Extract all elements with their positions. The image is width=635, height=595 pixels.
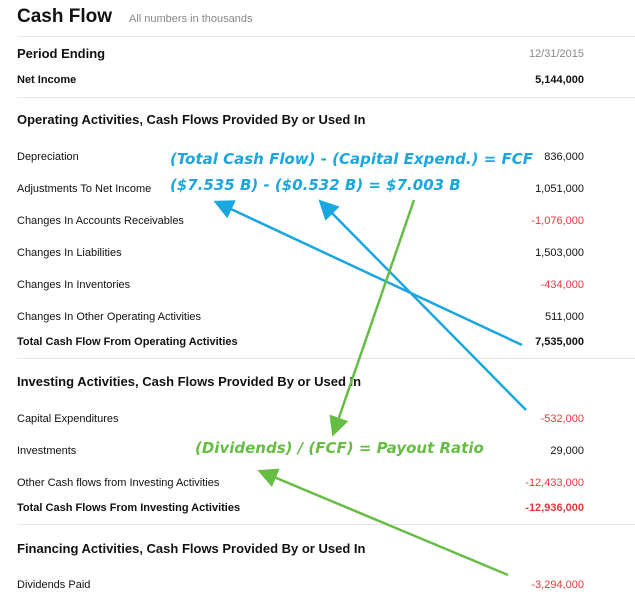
period-ending-row: Period Ending 12/31/2015 bbox=[17, 44, 584, 64]
table-row: Changes In Other Operating Activities 51… bbox=[17, 307, 584, 327]
period-label: Period Ending bbox=[17, 46, 106, 61]
row-label: Adjustments To Net Income bbox=[17, 183, 152, 195]
page-subtitle: All numbers in thousands bbox=[129, 13, 253, 25]
row-value: -12,433,000 bbox=[525, 477, 584, 489]
row-label: Changes In Accounts Receivables bbox=[17, 215, 184, 227]
net-income-value: 5,144,000 bbox=[535, 74, 584, 86]
net-income-row: Net Income 5,144,000 bbox=[17, 70, 584, 90]
divider bbox=[17, 36, 635, 37]
fcf-formula-annotation: (Total Cash Flow) - (Capital Expend.) = … bbox=[170, 150, 533, 168]
row-label: Total Cash Flow From Operating Activitie… bbox=[17, 336, 238, 348]
investing-heading: Investing Activities, Cash Flows Provide… bbox=[17, 374, 362, 389]
table-row: Dividends Paid -3,294,000 bbox=[17, 575, 584, 595]
investing-total-row: Total Cash Flows From Investing Activiti… bbox=[17, 498, 584, 518]
row-value: -1,076,000 bbox=[531, 215, 584, 227]
row-label: Changes In Inventories bbox=[17, 279, 131, 291]
table-row: Changes In Liabilities 1,503,000 bbox=[17, 243, 584, 263]
row-value: 1,503,000 bbox=[535, 247, 584, 259]
row-label: Depreciation bbox=[17, 151, 79, 163]
table-row: Changes In Inventories -434,000 bbox=[17, 275, 584, 295]
page-title: Cash Flow bbox=[17, 6, 113, 27]
divider bbox=[17, 524, 635, 525]
operating-heading: Operating Activities, Cash Flows Provide… bbox=[17, 112, 366, 127]
fcf-calc-annotation: ($7.535 B) - ($0.532 B) = $7.003 B bbox=[170, 176, 461, 194]
row-value: 836,000 bbox=[544, 151, 584, 163]
period-value: 12/31/2015 bbox=[528, 48, 584, 60]
row-label: Capital Expenditures bbox=[17, 413, 119, 425]
row-label: Changes In Other Operating Activities bbox=[17, 311, 202, 323]
table-row: Changes In Accounts Receivables -1,076,0… bbox=[17, 211, 584, 231]
row-value: -532,000 bbox=[540, 413, 584, 425]
table-row: Other Cash flows from Investing Activiti… bbox=[17, 473, 584, 493]
row-label: Investments bbox=[17, 445, 77, 457]
operating-total-row: Total Cash Flow From Operating Activitie… bbox=[17, 332, 584, 352]
row-value: 29,000 bbox=[550, 445, 584, 457]
row-value: -12,936,000 bbox=[525, 502, 584, 514]
net-income-label: Net Income bbox=[17, 74, 77, 86]
row-value: 511,000 bbox=[545, 311, 584, 323]
payout-ratio-annotation: (Dividends) / (FCF) = Payout Ratio bbox=[195, 439, 484, 457]
page-header: Cash Flow All numbers in thousands bbox=[17, 6, 617, 32]
row-value: 1,051,000 bbox=[535, 183, 584, 195]
divider bbox=[17, 97, 635, 98]
row-label: Total Cash Flows From Investing Activiti… bbox=[17, 502, 241, 514]
row-value: -3,294,000 bbox=[531, 579, 584, 591]
table-row: Capital Expenditures -532,000 bbox=[17, 409, 584, 429]
row-value: -434,000 bbox=[540, 279, 584, 291]
row-label: Dividends Paid bbox=[17, 579, 91, 591]
financing-heading: Financing Activities, Cash Flows Provide… bbox=[17, 541, 366, 556]
row-label: Changes In Liabilities bbox=[17, 247, 122, 259]
divider bbox=[17, 358, 635, 359]
row-value: 7,535,000 bbox=[535, 336, 584, 348]
row-label: Other Cash flows from Investing Activiti… bbox=[17, 477, 220, 489]
